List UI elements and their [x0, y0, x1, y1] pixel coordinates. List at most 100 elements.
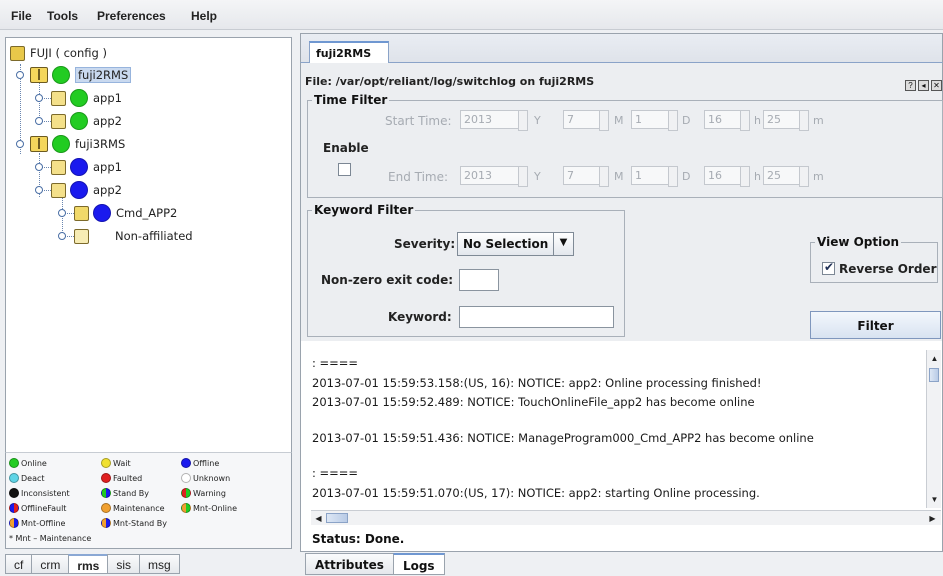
tree-node-fuji2rms[interactable]: fuji2RMS [30, 64, 132, 86]
log-line: : ==== [312, 356, 359, 370]
end-month-spinner[interactable]: 7 [563, 166, 609, 187]
end-minute-spinner[interactable]: 25 [763, 166, 809, 187]
day-unit: D [682, 170, 691, 183]
legend-deact: Deact [9, 473, 45, 483]
severity-select[interactable]: No Selection ▼ [457, 232, 574, 256]
expand-toggle[interactable] [35, 163, 43, 171]
expand-toggle[interactable] [58, 232, 66, 240]
legend-maintenance: Maintenance [101, 503, 165, 513]
tab-crm[interactable]: crm [31, 554, 70, 574]
year-unit: Y [534, 114, 541, 127]
userapp-icon [51, 113, 66, 129]
start-month-spinner[interactable]: 7 [563, 110, 609, 131]
expand-toggle[interactable] [35, 186, 43, 194]
expand-toggle[interactable] [35, 94, 43, 102]
keyword-input[interactable] [459, 306, 614, 328]
tab-msg[interactable]: msg [139, 554, 180, 574]
filter-button[interactable]: Filter [810, 311, 941, 339]
exit-code-label: Non-zero exit code: [321, 273, 454, 287]
expand-toggle[interactable] [16, 71, 24, 79]
tab-rms[interactable]: rms [68, 554, 109, 574]
left-tab-bar: cf crm rms sis msg [5, 554, 180, 576]
legend-wait: Wait [101, 458, 131, 468]
legend-online: Online [9, 458, 47, 468]
end-day-spinner[interactable]: 1 [631, 166, 678, 187]
status-online-icon [70, 89, 88, 107]
start-day-spinner[interactable]: 1 [631, 110, 678, 131]
tree-node-label: app1 [93, 91, 122, 105]
status-online-icon [9, 458, 19, 468]
menu-preferences[interactable]: Preferences [97, 9, 166, 23]
scroll-thumb[interactable] [929, 368, 939, 382]
start-minute-spinner[interactable]: 25 [763, 110, 809, 131]
tree-node-app1[interactable]: app1 [51, 156, 122, 178]
menu-tools[interactable]: Tools [47, 9, 78, 23]
status-maintenance-icon [101, 503, 111, 513]
legend-mnt-offline: Mnt-Offline [9, 518, 65, 528]
tab-cf[interactable]: cf [5, 554, 33, 574]
legend-mnt-standby: Mnt-Stand By [101, 518, 167, 528]
scroll-left-icon[interactable]: ◀ [312, 512, 325, 525]
start-hour-spinner[interactable]: 16 [704, 110, 750, 131]
tree-node-cmd-app2[interactable]: Cmd_APP2 [74, 202, 177, 224]
view-option-legend: View Option [817, 235, 900, 249]
userapp-icon [51, 90, 66, 106]
vertical-scrollbar[interactable]: ▲ ▼ [926, 350, 941, 508]
status-offline-icon [70, 158, 88, 176]
end-hour-spinner[interactable]: 16 [704, 166, 750, 187]
help-icon[interactable]: ? [905, 80, 916, 91]
status-warning-icon [181, 488, 191, 498]
end-year-spinner[interactable]: 2013 [460, 166, 528, 187]
exit-code-input[interactable] [459, 269, 499, 291]
reverse-order-checkbox[interactable] [822, 260, 835, 275]
expand-toggle[interactable] [58, 209, 66, 217]
tree-node-app2[interactable]: app2 [51, 179, 122, 201]
start-year-spinner[interactable]: 2013 [460, 110, 528, 131]
tree-root-label: FUJI ( config ) [30, 46, 107, 60]
tab-attributes[interactable]: Attributes [305, 553, 394, 575]
tab-logs[interactable]: Logs [392, 553, 445, 575]
expand-toggle[interactable] [35, 117, 43, 125]
log-text-area[interactable]: : ==== 2013-07-01 15:59:53.158:(US, 16):… [308, 350, 920, 507]
time-filter-legend: Time Filter [314, 93, 388, 107]
tree-node-fuji3rms[interactable]: fuji3RMS [30, 133, 125, 155]
close-icon[interactable]: ✕ [931, 80, 942, 91]
status-wait-icon [101, 458, 111, 468]
status-text: Status: Done. [312, 532, 405, 546]
userapp-icon [51, 182, 66, 198]
horizontal-scrollbar[interactable]: ◀ ▶ [311, 510, 941, 525]
hour-unit: h [754, 170, 761, 183]
expand-toggle[interactable] [16, 140, 24, 148]
scroll-right-icon[interactable]: ▶ [926, 512, 939, 525]
scroll-thumb[interactable] [326, 513, 348, 523]
enable-label: Enable [323, 141, 369, 155]
month-unit: M [614, 114, 624, 127]
log-line: : ==== [312, 466, 359, 480]
keyword-label: Keyword: [388, 310, 452, 324]
tree-node-app1[interactable]: app1 [51, 87, 122, 109]
enable-checkbox[interactable] [338, 163, 351, 176]
tree-node-non-affiliated[interactable]: Non-affiliated [74, 225, 193, 247]
hour-unit: h [754, 114, 761, 127]
minimize-icon[interactable]: ◂ [918, 80, 929, 91]
legend-standby: Stand By [101, 488, 149, 498]
legend-unknown: Unknown [181, 473, 230, 483]
log-line: 2013-07-01 15:59:52.489: NOTICE: TouchOn… [312, 395, 755, 409]
tab-sis[interactable]: sis [107, 554, 141, 574]
scroll-down-icon[interactable]: ▼ [928, 493, 941, 506]
status-mnt-online-icon [181, 503, 191, 513]
folder-icon [74, 228, 89, 244]
tree-node-app2[interactable]: app2 [51, 110, 122, 132]
keyword-filter-legend: Keyword Filter [314, 203, 414, 217]
log-line: 2013-07-01 15:59:51.070:(US, 17): NOTICE… [312, 486, 760, 500]
menu-file[interactable]: File [11, 9, 32, 23]
legend-inconsistent: Inconsistent [9, 488, 70, 498]
status-offline-icon [181, 458, 191, 468]
tab-fuji2rms[interactable]: fuji2RMS [309, 41, 389, 64]
scroll-up-icon[interactable]: ▲ [928, 352, 941, 365]
tree-root[interactable]: FUJI ( config ) [10, 42, 107, 64]
chevron-down-icon: ▼ [553, 233, 573, 255]
reverse-order-label: Reverse Order [839, 262, 937, 276]
status-offline-icon [93, 204, 111, 222]
menu-help[interactable]: Help [191, 9, 217, 23]
